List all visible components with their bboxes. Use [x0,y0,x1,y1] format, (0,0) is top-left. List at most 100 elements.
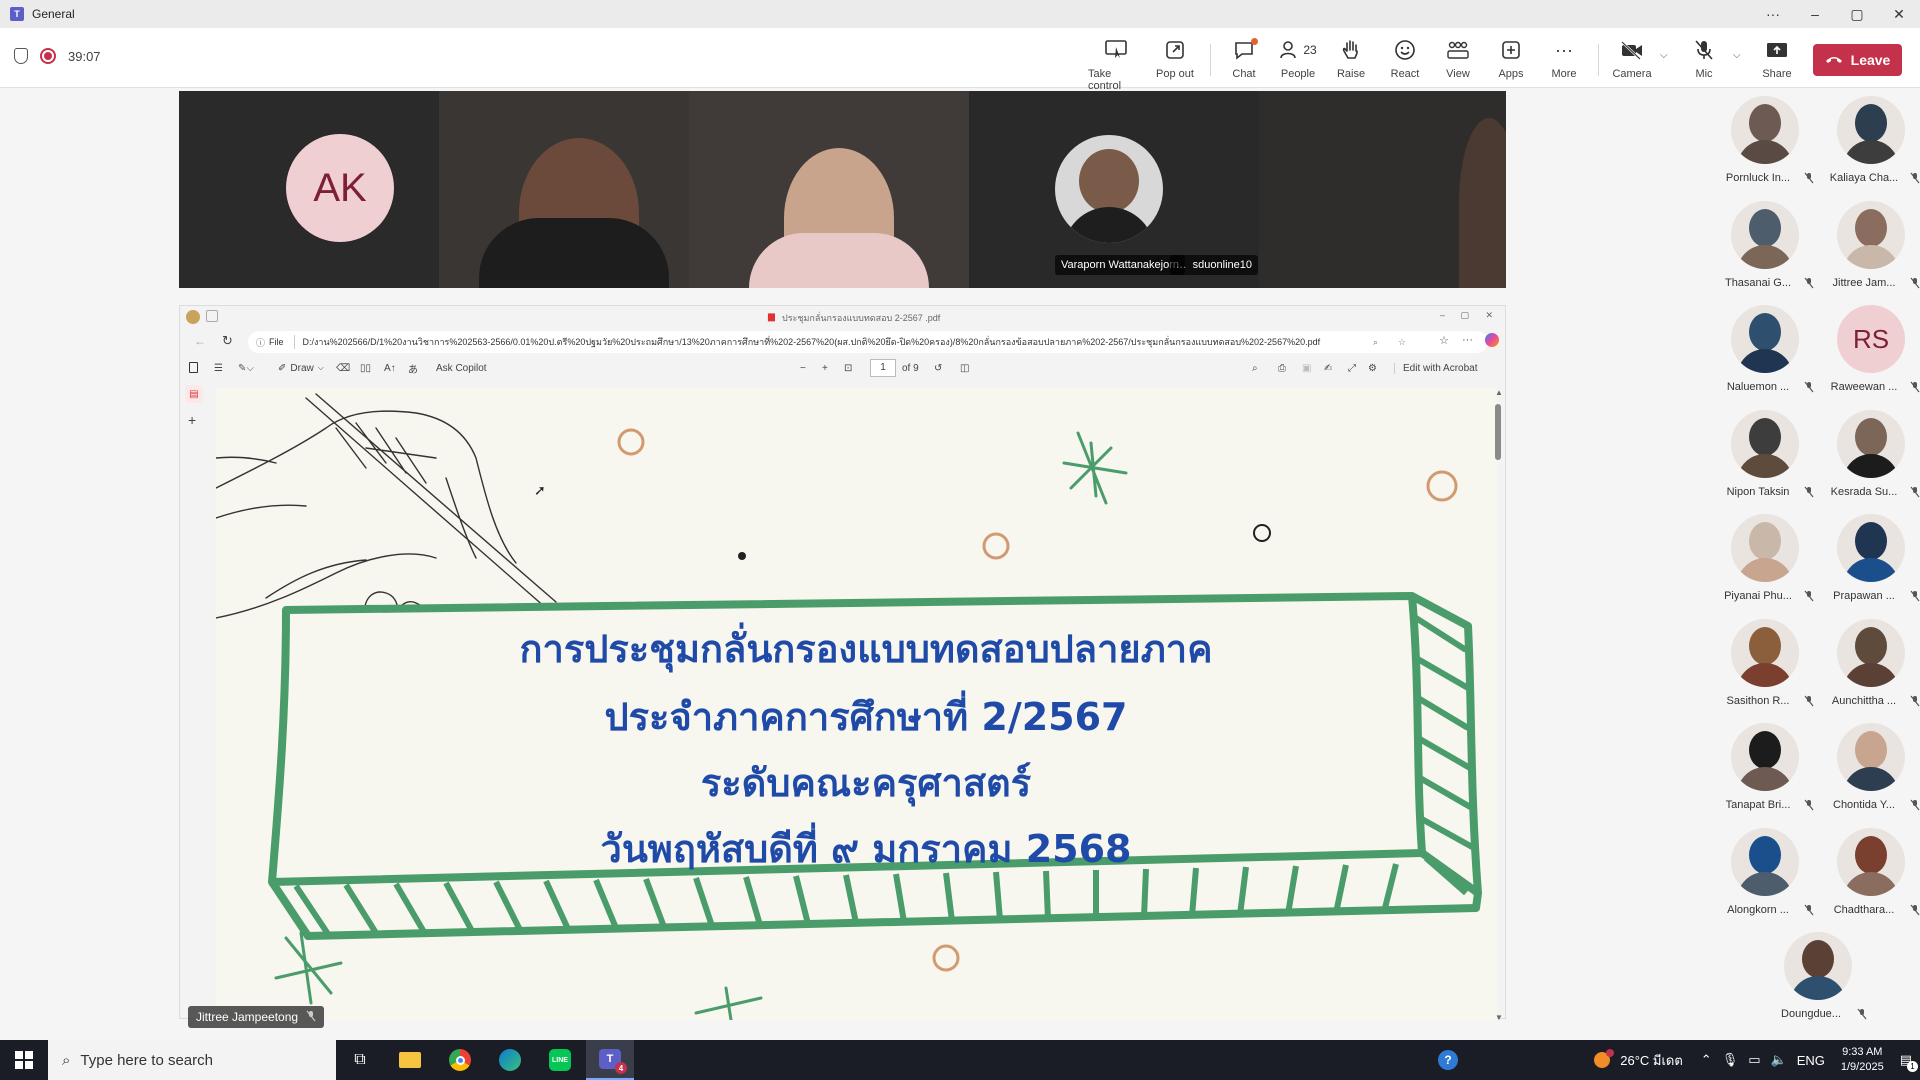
save-icon[interactable]: ▣ [1302,363,1311,374]
microphone-icon[interactable]: 🎙 [1722,1052,1739,1068]
edge-icon[interactable] [486,1040,534,1080]
read-aloud-icon[interactable]: A↑ [384,363,396,374]
camera-options-chevron-icon[interactable]: ⌵ [1660,50,1668,61]
draw-button[interactable]: ✐ Draw ⌵ [278,363,324,374]
video-tile-participant[interactable] [439,91,689,288]
participant-tile[interactable]: Aunchittha ... [1820,609,1920,709]
pop-out-button[interactable]: Pop out [1147,38,1203,80]
fullscreen-icon[interactable]: ⤢ [1348,363,1356,374]
maximize-button[interactable]: ▢ [1836,0,1878,28]
leave-button[interactable]: Leave [1813,44,1902,76]
mic-button[interactable]: Mic [1676,38,1732,80]
weather-icon[interactable] [1594,1049,1615,1068]
weather-text[interactable]: 26°C มีเดต [1620,1050,1683,1071]
pdf-document-icon[interactable]: ▤ [185,385,203,403]
camera-button[interactable]: Camera [1604,38,1660,80]
view-button[interactable]: View [1430,38,1486,80]
participant-tile[interactable]: Sasithon R... [1714,609,1814,709]
profile-icon[interactable] [186,310,200,324]
pages-icon[interactable] [189,362,198,373]
add-icon[interactable]: + [188,412,196,428]
share-button[interactable]: Share [1749,38,1805,80]
clock[interactable]: 9:33 AM 1/9/2025 [1841,1045,1884,1075]
copilot-icon[interactable] [1485,333,1499,347]
teams-app-icon[interactable]: T 4 [586,1040,634,1080]
tab-actions-icon[interactable] [206,310,218,322]
scrollbar-thumb[interactable] [1495,404,1501,460]
participant-tile[interactable]: Alongkorn ... [1714,818,1814,918]
participant-tile[interactable]: Piyanai Phu... [1714,504,1814,604]
chevron-up-icon[interactable]: ⌃ [1701,1052,1712,1068]
favorite-star-icon[interactable]: ☆ [1398,337,1406,348]
more-button[interactable]: ··· More [1536,38,1592,81]
network-icon[interactable]: ▭ [1748,1052,1760,1068]
pdf-scrollbar[interactable]: ▲ ▼ [1495,388,1503,1022]
task-view-icon[interactable]: ⧉ [336,1040,384,1080]
search-icon[interactable]: ⌕ [1373,337,1378,348]
zoom-out-icon[interactable]: − [800,363,806,374]
zoom-in-icon[interactable]: + [822,363,828,374]
video-tile-participant[interactable] [689,91,969,288]
mic-options-chevron-icon[interactable]: ⌵ [1733,50,1741,61]
participant-tile[interactable]: Tanapat Bri... [1714,713,1814,813]
address-bar[interactable]: ⓘ File D:/งาน%202566/D/1%20งานวิชาการ%20… [248,331,1488,353]
fit-page-icon[interactable]: ⊡ [844,363,852,374]
participant-tile[interactable]: Jittree Jam... [1820,191,1920,291]
participant-tile[interactable]: Kaliaya Cha... [1820,86,1920,186]
participant-tile[interactable]: Chadthara... [1820,818,1920,918]
take-control-button[interactable]: Take control [1088,38,1144,92]
line-app-icon[interactable]: LINE [536,1040,584,1080]
page-number-input[interactable]: 1 [870,359,896,377]
edit-with-acrobat-button[interactable]: Edit with Acrobat [1394,362,1477,374]
more-options-icon[interactable]: ··· [1752,0,1794,28]
page-view-icon[interactable]: ▯▯ [360,363,371,374]
file-explorer-icon[interactable] [386,1040,434,1080]
favorites-icon[interactable]: ☆ [1439,334,1449,347]
video-tile-sduonline10[interactable]: … sduonline10 [1169,91,1506,288]
search-icon[interactable]: ⌕ [1252,363,1258,374]
participant-tile[interactable]: Kesrada Su... [1820,400,1920,500]
chat-button[interactable]: Chat [1216,38,1272,80]
translate-icon[interactable]: あ [408,361,418,376]
video-tile-ak[interactable]: AK [179,91,439,288]
close-button[interactable]: ✕ [1485,310,1493,321]
eraser-icon[interactable]: ⌫ [336,363,350,374]
two-page-icon[interactable]: ◫ [960,363,969,374]
back-icon[interactable]: ← [194,334,206,348]
taskbar-search-input[interactable]: ⌕ Type here to search [48,1040,336,1080]
participant-tile[interactable]: Thasanai G... [1714,191,1814,291]
notification-icon[interactable]: ▤ 1 [1900,1052,1918,1072]
scroll-up-icon[interactable]: ▲ [1495,388,1503,397]
settings-icon[interactable]: ⚙ [1368,363,1377,374]
maximize-button[interactable]: ▢ [1460,310,1469,321]
ask-copilot-button[interactable]: Ask Copilot [436,363,487,374]
minimize-button[interactable]: – [1440,310,1445,320]
apps-button[interactable]: Apps [1483,38,1539,80]
participant-tile[interactable]: RS Raweewan ... [1820,295,1920,395]
participant-tile[interactable]: Prapawan ... [1820,504,1920,604]
minimize-button[interactable]: – [1794,0,1836,28]
raise-hand-button[interactable]: Raise [1323,38,1379,80]
windows-start-icon[interactable] [0,1040,48,1080]
participant-tile[interactable]: Chontida Y... [1820,713,1920,813]
people-button[interactable]: 23 People [1270,38,1326,80]
close-window-button[interactable]: ✕ [1878,0,1920,28]
refresh-icon[interactable]: ↻ [222,333,233,349]
participant-tile[interactable]: Nipon Taksin [1714,400,1814,500]
scroll-down-icon[interactable]: ▼ [1495,1013,1503,1022]
highlight-icon[interactable]: ✎⌵ [238,363,254,374]
language-indicator[interactable]: ENG [1797,1053,1825,1068]
pdf-page[interactable]: การประชุมกลั่นกรองแบบทดสอบปลายภาค ประจำภ… [216,388,1497,1020]
contents-icon[interactable]: ☰ [214,363,223,374]
react-button[interactable]: React [1377,38,1433,80]
pdf-tab-title[interactable]: ประชุมกลั่นกรองแบบทดสอบ 2-2567 .pdf [782,311,940,325]
participant-tile[interactable]: Doungdue... [1767,922,1867,1022]
help-icon[interactable]: ? [1424,1040,1472,1080]
participant-tile[interactable]: Naluemon ... [1714,295,1814,395]
print-icon[interactable]: ⎙ [1278,363,1286,374]
rotate-icon[interactable]: ↺ [934,363,942,374]
chrome-icon[interactable] [436,1040,484,1080]
save-as-icon[interactable]: ✍ [1324,363,1332,374]
more-options-icon[interactable]: ··· [1462,334,1473,346]
volume-icon[interactable]: 🔈 [1771,1052,1787,1068]
